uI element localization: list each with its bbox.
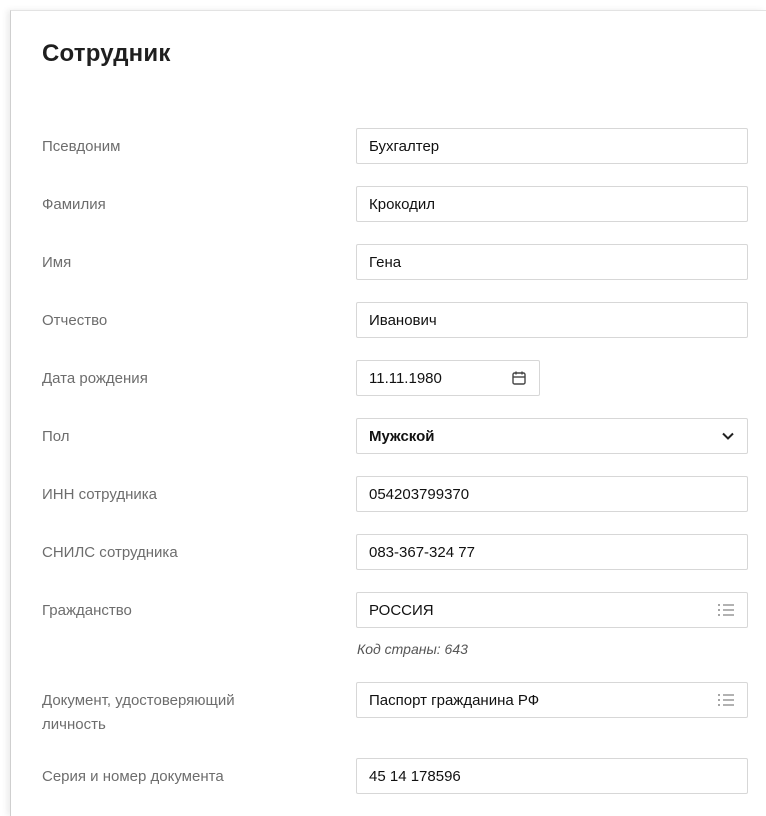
first-name-value: Гена (369, 253, 402, 271)
doc-number-field[interactable]: 45 14 178596 (356, 758, 748, 794)
birth-date-field[interactable]: 11.11.1980 (356, 360, 540, 396)
alias-field[interactable]: Бухгалтер (356, 128, 748, 164)
country-code-hint: Код страны: 643 (357, 641, 468, 657)
snils-value: 083-367-324 77 (369, 543, 475, 561)
chevron-down-icon[interactable] (721, 429, 735, 443)
patronymic-field[interactable]: Иванович (356, 302, 748, 338)
birth-date-label: Дата рождения (42, 370, 148, 387)
inn-field[interactable]: 054203799370 (356, 476, 748, 512)
inn-value: 054203799370 (369, 485, 470, 503)
id-document-label-line1: Документ, удостоверяющий (42, 692, 235, 709)
page-title: Сотрудник (42, 40, 171, 67)
first-name-field[interactable]: Гена (356, 244, 748, 280)
gender-value: Мужской (369, 427, 435, 445)
id-document-label-line2: личность (42, 716, 106, 733)
calendar-icon[interactable] (511, 370, 527, 386)
gender-label: Пол (42, 428, 70, 445)
last-name-field[interactable]: Крокодил (356, 186, 748, 222)
snils-label: СНИЛС сотрудника (42, 544, 178, 561)
last-name-value: Крокодил (369, 195, 436, 213)
birth-date-value: 11.11.1980 (369, 369, 442, 387)
inn-label: ИНН сотрудника (42, 486, 157, 503)
id-document-value: Паспорт гражданина РФ (369, 691, 540, 709)
alias-label: Псевдоним (42, 138, 121, 155)
last-name-label: Фамилия (42, 196, 106, 213)
snils-field[interactable]: 083-367-324 77 (356, 534, 748, 570)
doc-number-label: Серия и номер документа (42, 768, 224, 785)
gender-select[interactable]: Мужской (356, 418, 748, 454)
alias-value: Бухгалтер (369, 137, 440, 155)
list-icon[interactable] (717, 603, 735, 617)
citizenship-label: Гражданство (42, 602, 132, 619)
patronymic-label: Отчество (42, 312, 108, 329)
patronymic-value: Иванович (369, 311, 437, 329)
citizenship-field[interactable]: РОССИЯ (356, 592, 748, 628)
citizenship-value: РОССИЯ (369, 601, 434, 619)
doc-number-value: 45 14 178596 (369, 767, 461, 785)
list-icon[interactable] (717, 693, 735, 707)
first-name-label: Имя (42, 254, 72, 271)
id-document-field[interactable]: Паспорт гражданина РФ (356, 682, 748, 718)
